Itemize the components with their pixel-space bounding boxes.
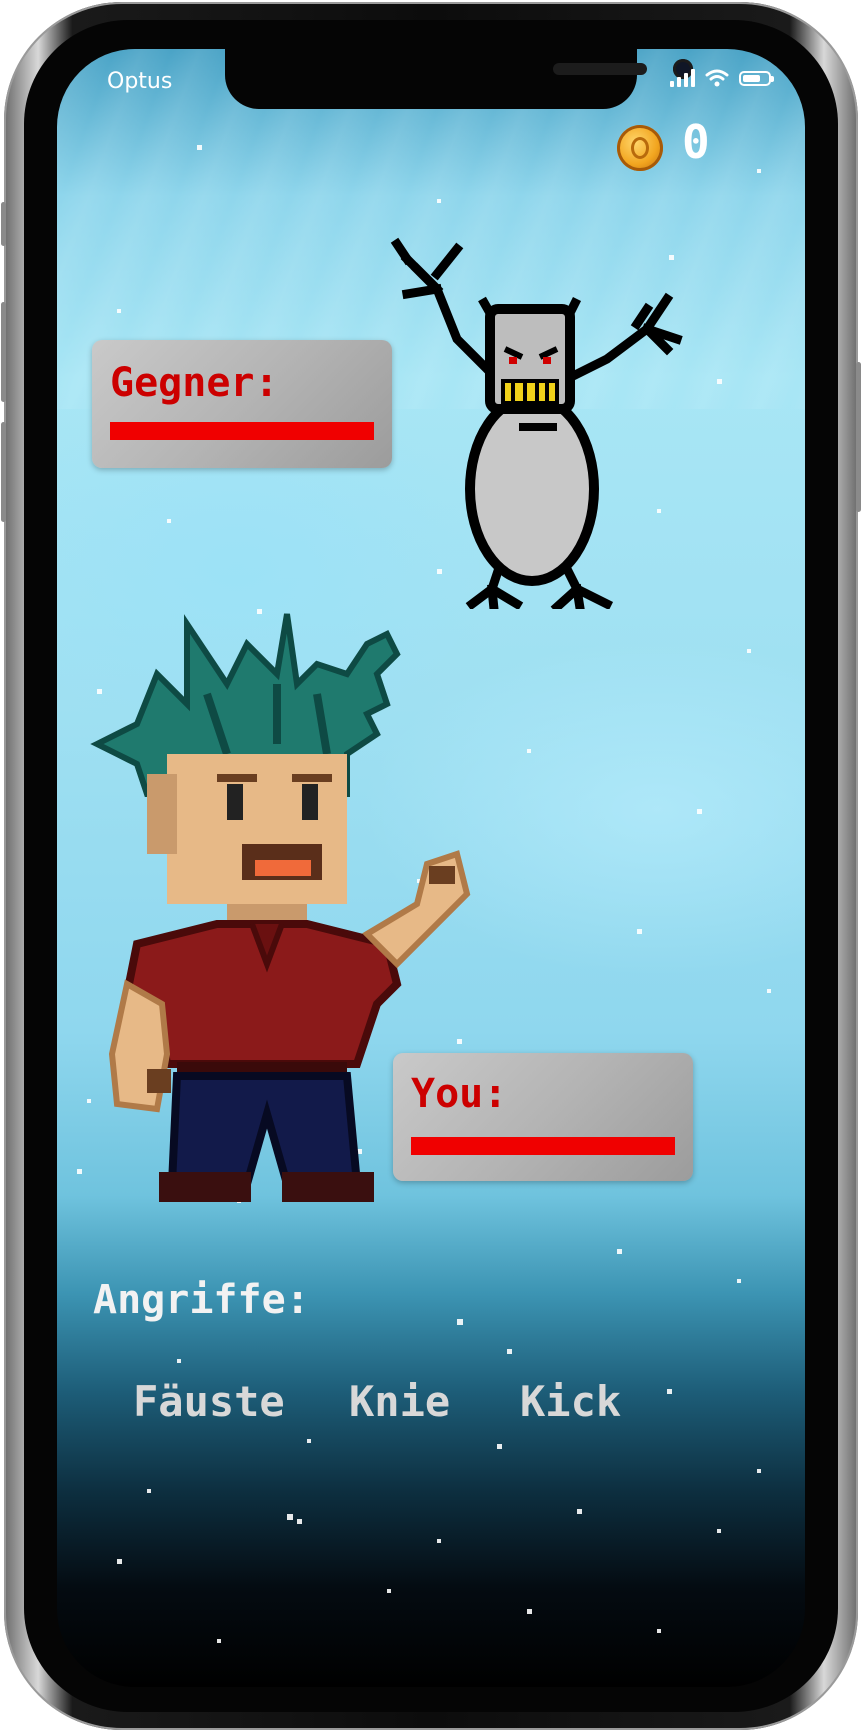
enemy-health-bar: [110, 422, 374, 440]
volume-down-button: [1, 422, 6, 522]
notch: [225, 49, 693, 109]
power-button: [856, 362, 861, 512]
speaker-grille: [553, 63, 647, 75]
player-health-panel: You:: [393, 1053, 693, 1181]
game-screen: Optus 0 Gegner: You: Angriffe: Fäuste Kn…: [57, 49, 805, 1687]
coin-counter: 0: [682, 115, 710, 169]
player-health-bar: [411, 1137, 675, 1155]
mute-switch: [1, 202, 6, 246]
attack-button-kick[interactable]: Kick: [520, 1377, 621, 1426]
enemy-health-panel: Gegner:: [92, 340, 392, 468]
battery-icon: [739, 70, 774, 86]
attack-button-fists[interactable]: Fäuste: [133, 1377, 285, 1426]
player-health-label: You:: [411, 1071, 508, 1117]
attack-button-knee[interactable]: Knie: [349, 1377, 450, 1426]
signal-icon: [670, 69, 695, 87]
volume-up-button: [1, 302, 6, 402]
coin-icon: [617, 125, 663, 171]
status-icons: [670, 69, 774, 87]
enemy-health-label: Gegner:: [110, 360, 279, 406]
carrier-name: Optus: [107, 69, 173, 94]
attacks-title: Angriffe:: [93, 1277, 310, 1323]
wifi-icon: [705, 69, 729, 87]
enemy-creature-sprite: [390, 237, 683, 609]
